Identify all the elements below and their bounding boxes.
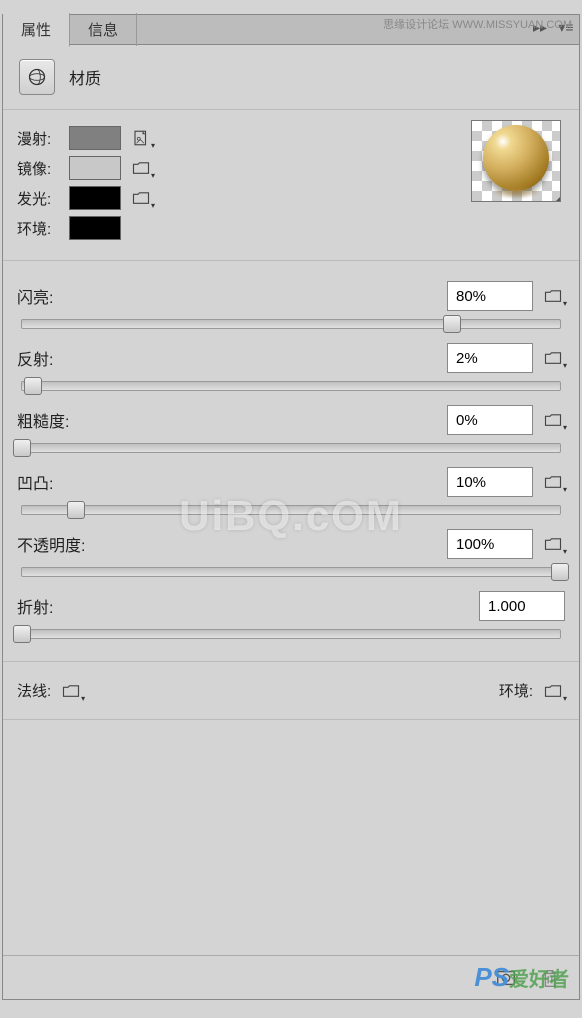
bump-thumb[interactable] xyxy=(67,501,85,519)
reflection-folder-button[interactable]: ▾ xyxy=(541,348,565,368)
roughness-input[interactable] xyxy=(447,405,533,435)
opacity-input[interactable] xyxy=(447,529,533,559)
refraction-slider[interactable] xyxy=(21,629,561,639)
opacity-folder-button[interactable]: ▾ xyxy=(541,534,565,554)
normal-label: 法线: xyxy=(17,680,51,701)
tab-info[interactable]: 信息 xyxy=(70,13,137,46)
bump-input[interactable] xyxy=(447,467,533,497)
panel-footer: PS爱好者 xyxy=(3,955,579,999)
sliders-section: 闪亮: ▾ 反射: ▾ 粗糙度: ▾ 凹凸: xyxy=(3,261,579,662)
mirror-label: 镜像: xyxy=(17,158,61,179)
shine-input[interactable] xyxy=(447,281,533,311)
opacity-thumb[interactable] xyxy=(551,563,569,581)
watermark-top: 思缘设计论坛 WWW.MISSYUAN.COM xyxy=(383,16,572,32)
env-label: 环境: xyxy=(17,218,61,239)
roughness-folder-button[interactable]: ▾ xyxy=(541,410,565,430)
shine-folder-button[interactable]: ▾ xyxy=(541,286,565,306)
glow-label: 发光: xyxy=(17,188,61,209)
shine-slider[interactable] xyxy=(21,319,561,329)
opacity-label: 不透明度: xyxy=(17,532,439,556)
color-section: 漫射: ▾ 镜像: ▾ 发光: ▾ 环境: xyxy=(3,110,579,261)
roughness-label: 粗糙度: xyxy=(17,408,439,432)
glow-folder-button[interactable]: ▾ xyxy=(129,188,153,208)
opacity-slider[interactable] xyxy=(21,567,561,577)
reflection-input[interactable] xyxy=(447,343,533,373)
preview-reflection xyxy=(491,185,541,199)
bump-group: 凹凸: ▾ xyxy=(17,467,565,515)
sphere-icon xyxy=(27,67,47,87)
reflection-group: 反射: ▾ xyxy=(17,343,565,391)
glow-swatch[interactable] xyxy=(69,186,121,210)
mirror-swatch[interactable] xyxy=(69,156,121,180)
diffuse-swatch[interactable] xyxy=(69,126,121,150)
bump-folder-button[interactable]: ▾ xyxy=(541,472,565,492)
shine-thumb[interactable] xyxy=(443,315,461,333)
env-folder-button[interactable]: ▾ xyxy=(541,681,565,701)
material-type-button[interactable] xyxy=(19,59,55,95)
properties-panel: 属性 信息 ▸▸ ▾≡ 材质 漫射: ▾ 镜像: ▾ xyxy=(2,14,580,1000)
refraction-input[interactable] xyxy=(479,591,565,621)
reflection-thumb[interactable] xyxy=(24,377,42,395)
opacity-group: 不透明度: ▾ xyxy=(17,529,565,577)
normal-folder-button[interactable]: ▾ xyxy=(59,681,83,701)
bump-slider[interactable] xyxy=(21,505,561,515)
render-settings-icon[interactable] xyxy=(495,967,517,989)
preview-menu-corner[interactable] xyxy=(554,195,561,202)
normal-env-section: 法线: ▾ 环境: ▾ xyxy=(3,662,579,720)
material-header: 材质 xyxy=(3,45,579,110)
material-label: 材质 xyxy=(69,65,101,89)
mirror-folder-button[interactable]: ▾ xyxy=(129,158,153,178)
preview-sphere xyxy=(483,125,549,191)
diffuse-texture-button[interactable]: ▾ xyxy=(129,128,153,148)
tab-properties[interactable]: 属性 xyxy=(3,13,70,47)
refraction-thumb[interactable] xyxy=(13,625,31,643)
env2-label: 环境: xyxy=(499,680,533,701)
roughness-group: 粗糙度: ▾ xyxy=(17,405,565,453)
trash-icon[interactable] xyxy=(539,967,561,989)
shine-label: 闪亮: xyxy=(17,284,439,308)
env-swatch[interactable] xyxy=(69,216,121,240)
roughness-thumb[interactable] xyxy=(13,439,31,457)
reflection-label: 反射: xyxy=(17,346,439,370)
bump-label: 凹凸: xyxy=(17,470,439,494)
diffuse-label: 漫射: xyxy=(17,128,61,149)
refraction-label: 折射: xyxy=(17,594,471,618)
refraction-group: 折射: xyxy=(17,591,565,639)
material-preview[interactable] xyxy=(471,120,561,202)
reflection-slider[interactable] xyxy=(21,381,561,391)
shine-group: 闪亮: ▾ xyxy=(17,281,565,329)
roughness-slider[interactable] xyxy=(21,443,561,453)
